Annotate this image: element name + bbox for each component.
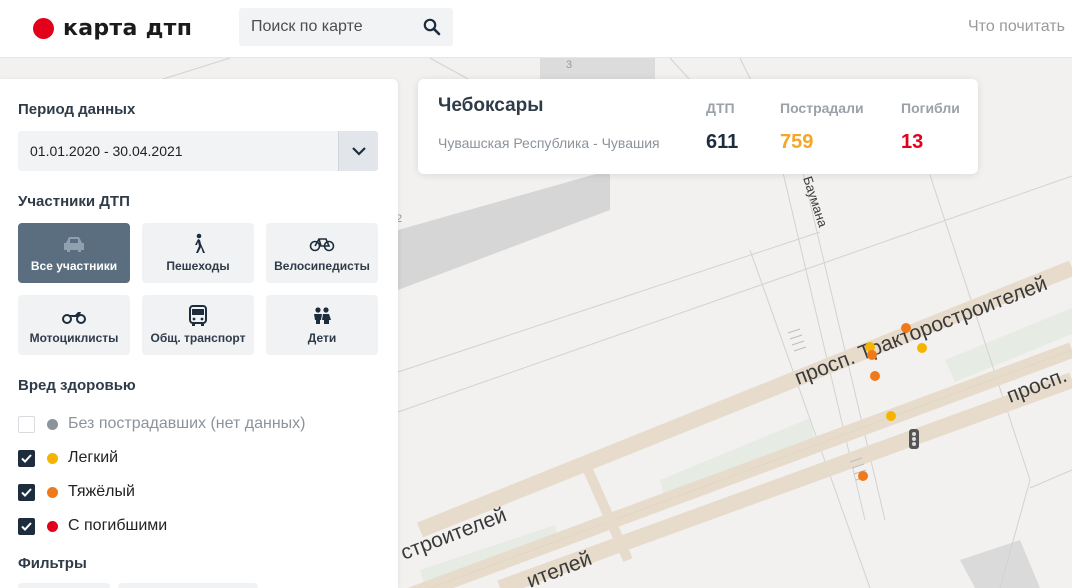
incident-marker[interactable] <box>886 411 896 421</box>
harm-option-fatal[interactable]: С погибшими <box>18 509 306 543</box>
stat-label-injured: Пострадали <box>780 100 864 116</box>
stat-label-accidents: ДТП <box>706 100 735 116</box>
checkmark-icon <box>21 521 32 531</box>
tile-label: Мотоциклисты <box>29 331 119 345</box>
filter-chip[interactable] <box>18 583 110 588</box>
traffic-light-icon <box>909 429 919 449</box>
period-value: 01.01.2020 - 30.04.2021 <box>30 143 183 159</box>
top-bar: карта дтп Что почитать <box>0 0 1072 58</box>
harm-color-dot <box>47 486 58 498</box>
harm-label: Тяжёлый <box>68 483 135 500</box>
pedestrian-icon <box>185 233 211 255</box>
harm-label: С погибшими <box>68 517 168 534</box>
participant-public-transport[interactable]: Общ. транспорт <box>142 295 254 355</box>
filters-title: Фильтры <box>18 555 87 572</box>
harm-color-dot <box>47 452 58 464</box>
harm-color-dot <box>47 520 58 532</box>
harm-label: Легкий <box>68 449 119 466</box>
tile-label: Все участники <box>30 259 118 273</box>
filter-panel: Период данных 01.01.2020 - 30.04.2021 Уч… <box>0 79 398 588</box>
incident-marker[interactable] <box>917 343 927 353</box>
checkmark-icon <box>21 453 32 463</box>
stat-value-accidents: 611 <box>706 131 739 153</box>
logo[interactable]: карта дтп <box>33 14 192 42</box>
bicycle-icon <box>309 233 335 255</box>
participant-all[interactable]: Все участники <box>18 223 130 283</box>
harm-label: Без пострадавших (нет данных) <box>68 415 306 432</box>
participant-motorcyclists[interactable]: Мотоциклисты <box>18 295 130 355</box>
incident-marker[interactable] <box>901 323 911 333</box>
read-link[interactable]: Что почитать <box>968 18 1065 36</box>
region-name: Чувашская Республика - Чувашия <box>438 135 660 151</box>
period-dropdown-button[interactable] <box>338 131 378 171</box>
harm-color-dot <box>47 418 58 430</box>
checkmark-icon <box>21 487 32 497</box>
chevron-down-icon <box>351 147 366 156</box>
stats-card: Чебоксары Чувашская Республика - Чувашия… <box>418 79 978 174</box>
tile-label: Велосипедисты <box>274 259 370 273</box>
bus-icon <box>185 305 211 327</box>
harm-title: Вред здоровью <box>18 377 136 394</box>
building <box>540 58 655 80</box>
search-input[interactable] <box>239 8 409 46</box>
incident-marker[interactable] <box>870 371 880 381</box>
harm-option-severe[interactable]: Тяжёлый <box>18 475 306 509</box>
tile-label: Пешеходы <box>166 259 230 273</box>
period-select[interactable]: 01.01.2020 - 30.04.2021 <box>18 131 378 171</box>
tile-label: Дети <box>307 331 337 345</box>
harm-option-none[interactable]: Без пострадавших (нет данных) <box>18 407 306 441</box>
car-icon <box>61 233 87 255</box>
city-name: Чебоксары <box>438 95 544 116</box>
harm-option-light[interactable]: Легкий <box>18 441 306 475</box>
logo-text: карта дтп <box>63 15 193 41</box>
motorcycle-icon <box>61 305 87 327</box>
tile-label: Общ. транспорт <box>150 331 246 345</box>
logo-dot-icon <box>33 17 54 39</box>
participants-grid: Все участники Пешеходы Велосипедисты Мот… <box>18 223 378 355</box>
map-search <box>239 8 453 46</box>
checkbox[interactable] <box>18 415 35 433</box>
stat-value-injured: 759 <box>780 131 814 153</box>
period-title: Период данных <box>18 101 136 118</box>
house-number: 3 <box>566 59 572 71</box>
incident-marker[interactable] <box>867 350 877 360</box>
filter-chip[interactable] <box>118 583 258 588</box>
checkbox[interactable] <box>18 449 35 467</box>
participant-cyclists[interactable]: Велосипедисты <box>266 223 378 283</box>
stat-label-killed: Погибли <box>901 100 960 116</box>
harm-list: Без пострадавших (нет данных) Легкий Тяж… <box>18 407 306 543</box>
checkbox[interactable] <box>18 483 35 501</box>
participant-pedestrians[interactable]: Пешеходы <box>142 223 254 283</box>
incident-marker[interactable] <box>858 471 868 481</box>
stat-value-killed: 13 <box>901 131 924 153</box>
children-icon <box>309 305 335 327</box>
search-icon[interactable] <box>423 18 441 36</box>
checkbox[interactable] <box>18 517 35 535</box>
participants-title: Участники ДТП <box>18 193 130 210</box>
participant-children[interactable]: Дети <box>266 295 378 355</box>
